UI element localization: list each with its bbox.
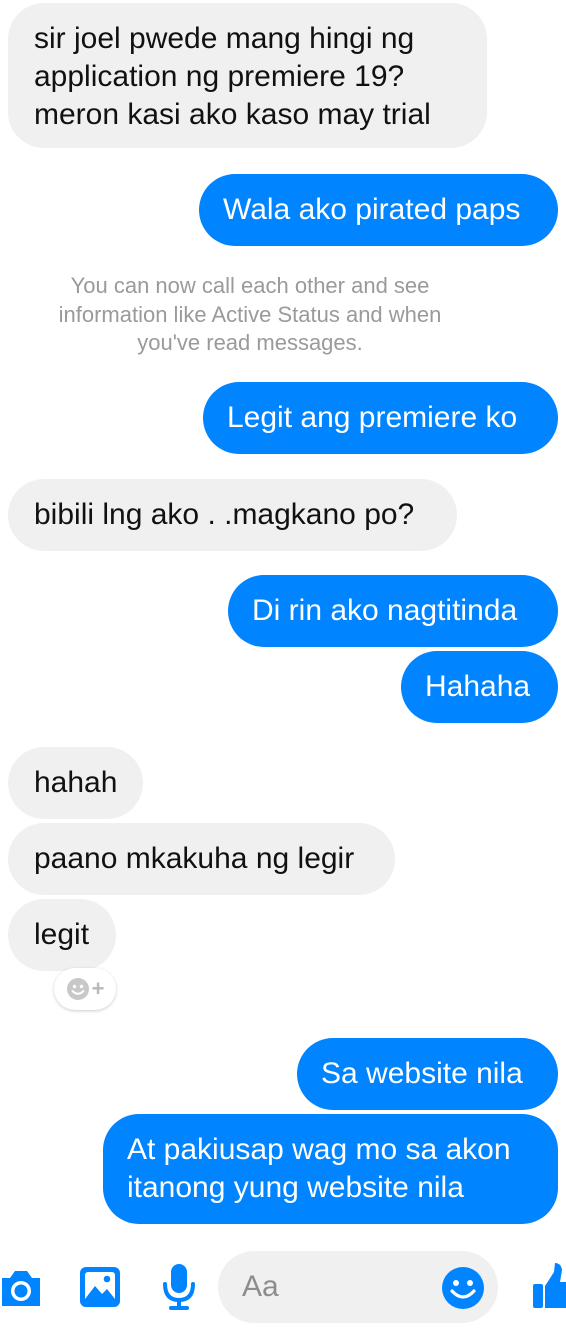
message-bubble-outgoing[interactable]: Wala ako pirated paps bbox=[199, 174, 558, 246]
emoji-icon[interactable] bbox=[441, 1266, 485, 1310]
message-bubble-incoming[interactable]: hahah bbox=[8, 747, 143, 819]
message-bubble-incoming[interactable]: sir joel pwede mang hingi ng application… bbox=[8, 3, 487, 148]
like-icon[interactable] bbox=[530, 1260, 566, 1310]
message-bubble-outgoing[interactable]: At pakiusap wag mo sa akon itanong yung … bbox=[103, 1114, 558, 1224]
camera-icon[interactable] bbox=[0, 1264, 42, 1310]
add-reaction-button[interactable]: + bbox=[54, 968, 116, 1010]
smiley-add-icon bbox=[66, 978, 89, 1000]
microphone-icon[interactable] bbox=[160, 1262, 198, 1312]
message-thread: sir joel pwede mang hingi ng application… bbox=[0, 0, 566, 1228]
reaction-plus-label: + bbox=[91, 976, 105, 1001]
message-bubble-incoming[interactable]: paano mkakuha ng legir bbox=[8, 823, 395, 895]
message-bubble-outgoing[interactable]: Hahaha bbox=[401, 651, 558, 723]
message-bubble-incoming[interactable]: legit bbox=[8, 899, 116, 971]
message-bubble-outgoing[interactable]: Di rin ako nagtitinda bbox=[228, 575, 558, 647]
message-bubble-outgoing[interactable]: Sa website nila bbox=[297, 1038, 558, 1110]
message-bubble-outgoing[interactable]: Legit ang premiere ko bbox=[203, 382, 558, 454]
message-input-placeholder: Aa bbox=[242, 1270, 279, 1303]
gallery-icon[interactable] bbox=[79, 1266, 121, 1308]
system-notice: You can now call each other and see info… bbox=[58, 273, 442, 355]
message-bubble-incoming[interactable]: bibili lng ako . .magkano po? bbox=[8, 479, 457, 551]
